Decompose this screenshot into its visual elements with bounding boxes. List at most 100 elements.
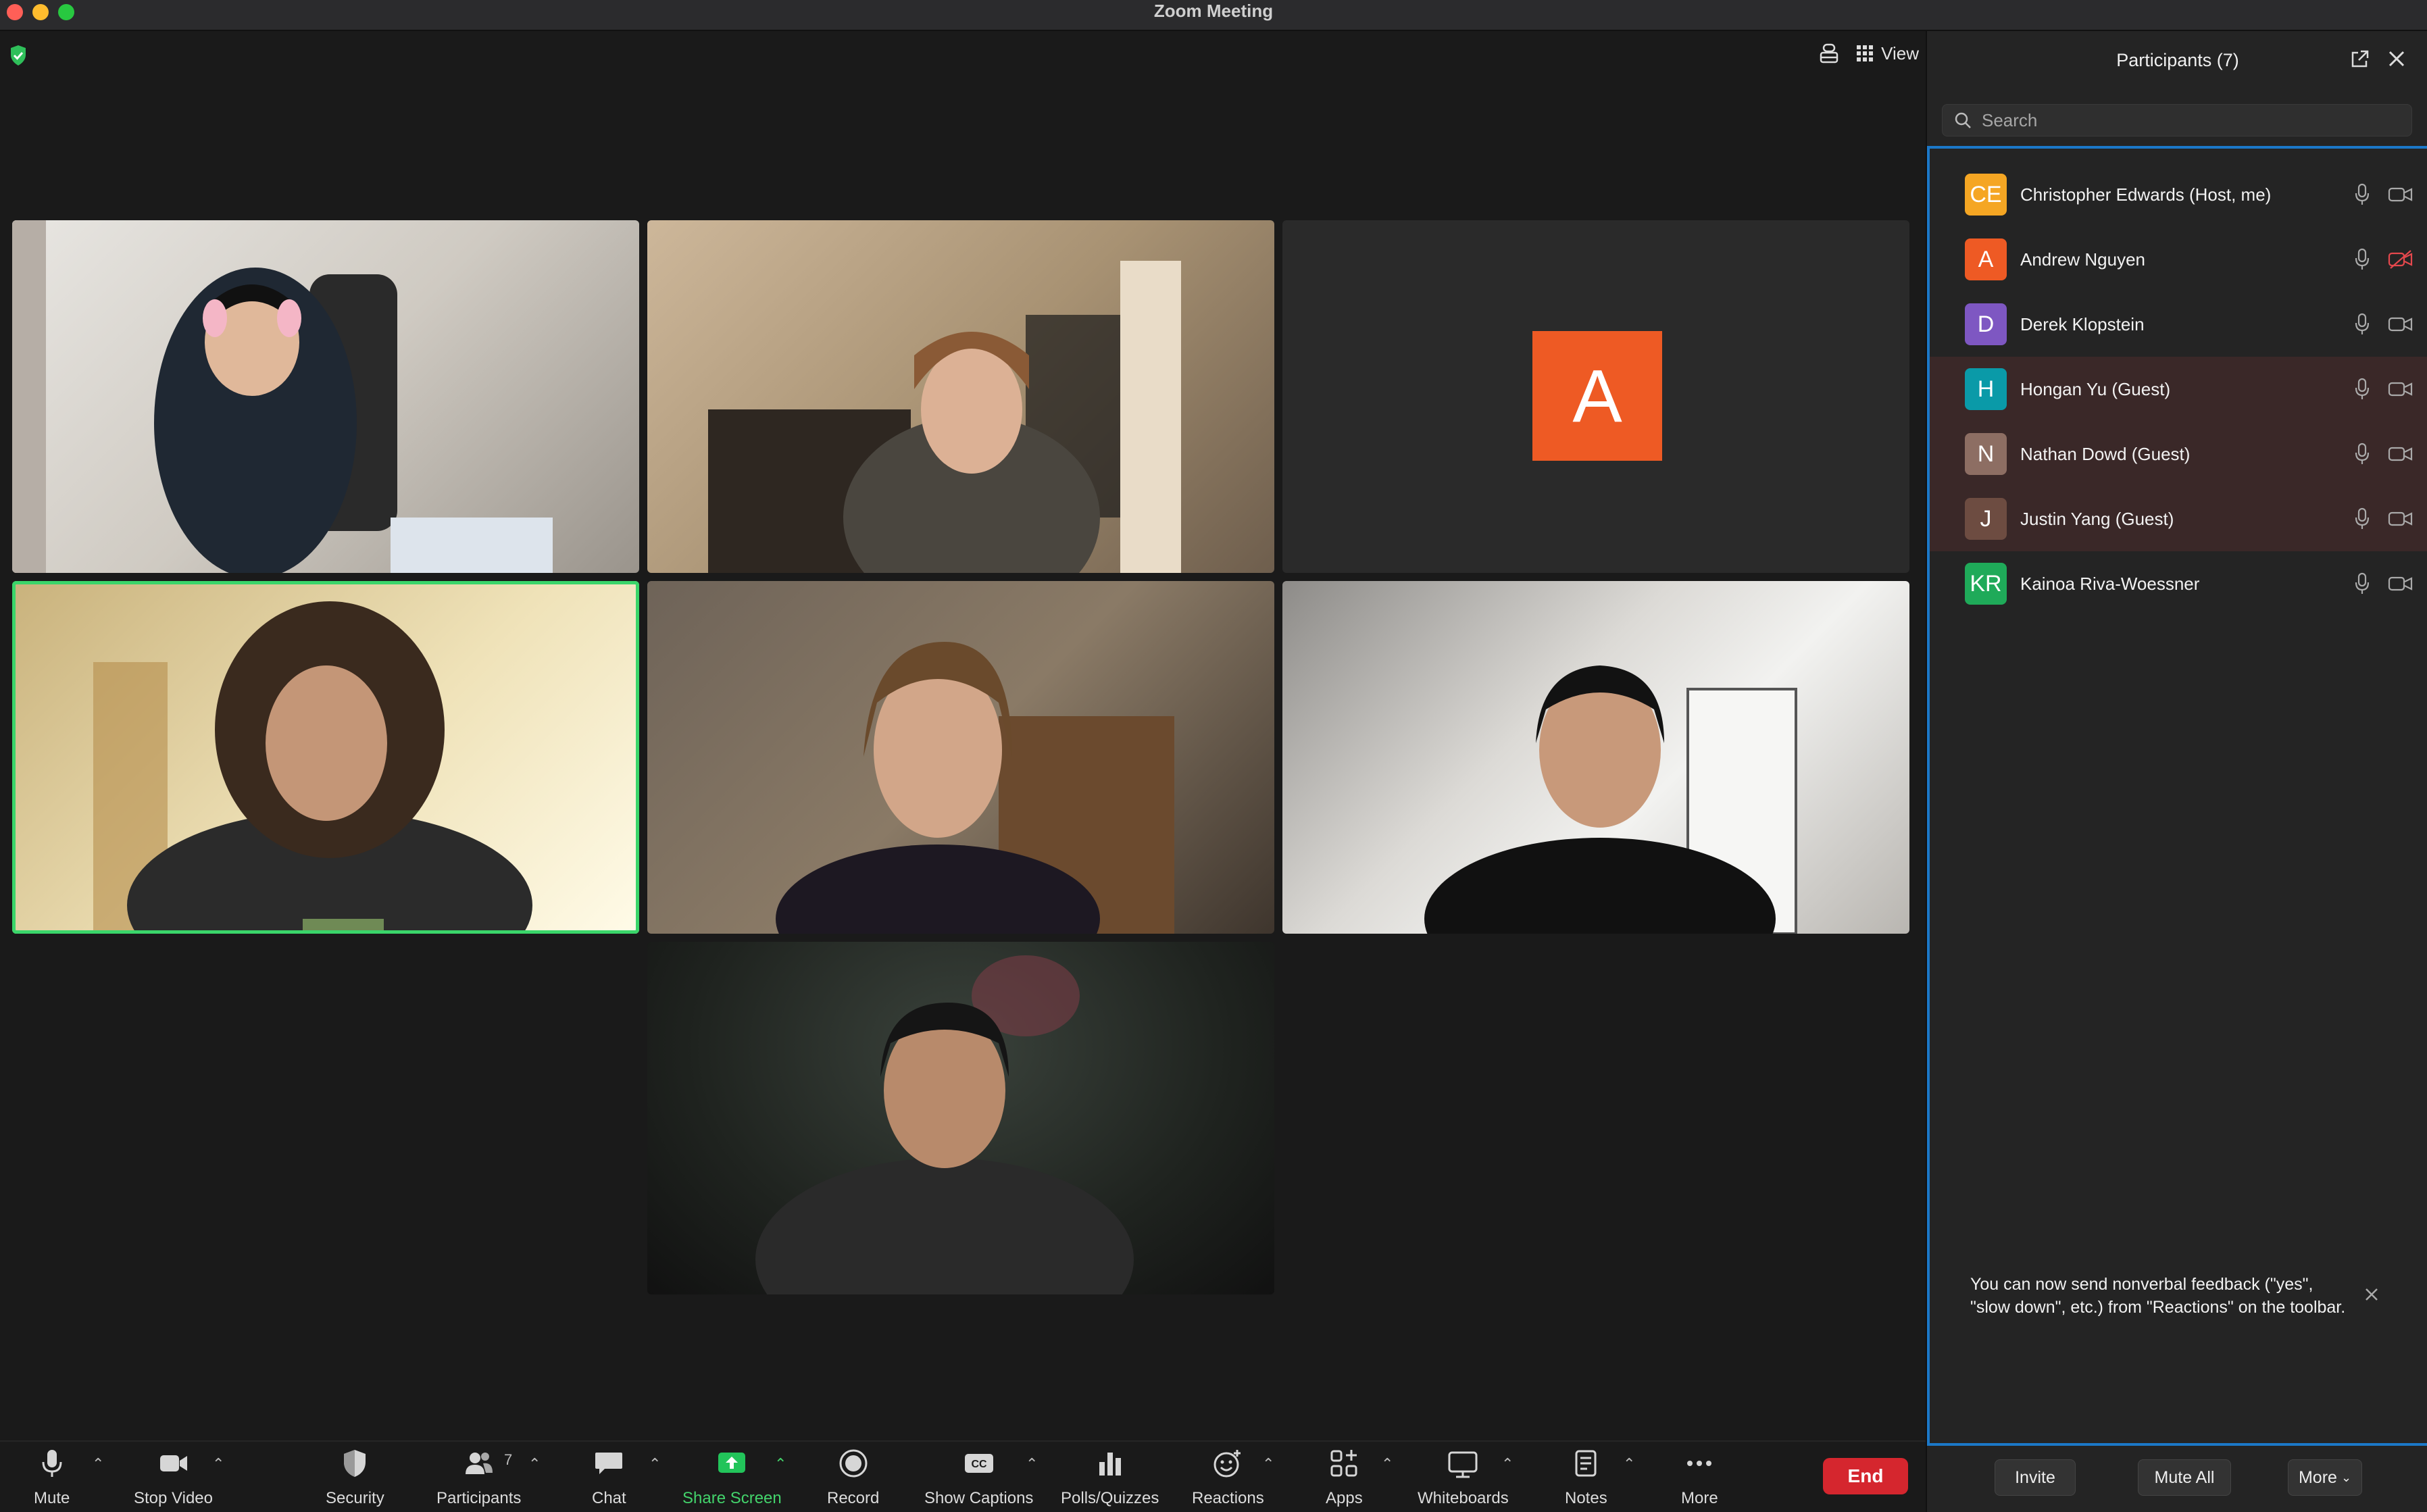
panel-more-button[interactable]: More ⌄ [2288, 1459, 2362, 1496]
participant-avatar: A [1532, 331, 1662, 461]
security-label: Security [326, 1489, 384, 1507]
show-captions-label: Show Captions [924, 1489, 1034, 1507]
apps-options-chevron-icon[interactable]: ⌃ [1381, 1455, 1393, 1473]
mute-all-button[interactable]: Mute All [2138, 1459, 2231, 1496]
participant-camera-icon[interactable] [2388, 379, 2413, 399]
participant-camera-icon[interactable] [2388, 184, 2413, 205]
participant-camera-icon[interactable] [2388, 314, 2413, 334]
pop-out-icon[interactable] [2349, 49, 2370, 70]
notes-options-chevron-icon[interactable]: ⌃ [1623, 1455, 1635, 1473]
participant-video [755, 955, 1134, 1294]
apps-button[interactable]: Apps [1326, 1447, 1363, 1508]
end-meeting-button[interactable]: End [1823, 1458, 1908, 1494]
participant-avatar: H [1965, 368, 2007, 410]
meeting-toolbar: Mute ⌃ Stop Video ⌃ Security Participant… [0, 1440, 1926, 1512]
dismiss-notice-icon[interactable] [2363, 1286, 2380, 1303]
participant-search [1942, 104, 2412, 136]
video-tile[interactable] [647, 581, 1274, 934]
reactions-options-chevron-icon[interactable]: ⌃ [1262, 1455, 1274, 1473]
participant-video [776, 642, 1174, 934]
invite-button[interactable]: Invite [1995, 1459, 2076, 1496]
whiteboards-options-chevron-icon[interactable]: ⌃ [1501, 1455, 1513, 1473]
title-bar: Zoom Meeting [0, 0, 2427, 31]
whiteboards-button[interactable]: Whiteboards [1418, 1447, 1509, 1508]
share-screen-arrow-icon [718, 1453, 746, 1473]
participant-name: Justin Yang (Guest) [2020, 508, 2174, 529]
participant-row[interactable]: A Andrew Nguyen [1930, 227, 2427, 292]
video-tile[interactable] [647, 942, 1274, 1294]
stop-video-label: Stop Video [134, 1489, 213, 1507]
participant-video [708, 261, 1181, 573]
participant-camera-off-icon[interactable] [2388, 249, 2413, 270]
apps-icon [1330, 1450, 1357, 1477]
participant-row[interactable]: H Hongan Yu (Guest) [1930, 357, 2427, 422]
immersive-view-icon[interactable] [1819, 42, 1839, 65]
video-tile[interactable] [647, 220, 1274, 573]
search-icon [1955, 112, 1971, 128]
share-screen-label: Share Screen [682, 1489, 782, 1507]
stop-video-button[interactable]: Stop Video [134, 1447, 213, 1508]
video-tile[interactable] [1282, 581, 1909, 934]
participant-mic-icon[interactable] [2353, 248, 2372, 271]
polls-quizzes-label: Polls/Quizzes [1061, 1489, 1159, 1507]
participants-count-badge: 7 [504, 1451, 513, 1468]
grid-icon [1857, 45, 1874, 61]
participant-mic-icon[interactable] [2353, 507, 2372, 530]
participant-name: Christopher Edwards (Host, me) [2020, 184, 2272, 205]
record-label: Record [827, 1489, 880, 1507]
more-dots-icon [1687, 1461, 1712, 1466]
chat-button[interactable]: Chat [592, 1447, 626, 1508]
participant-row[interactable]: J Justin Yang (Guest) [1930, 486, 2427, 551]
participant-video [12, 220, 553, 573]
panel-more-label: More [2298, 1467, 2337, 1487]
participant-row[interactable]: N Nathan Dowd (Guest) [1930, 422, 2427, 486]
video-tile[interactable] [12, 220, 639, 573]
participant-row[interactable]: KR Kainoa Riva-Woessner [1930, 551, 2427, 616]
participant-camera-icon[interactable] [2388, 444, 2413, 464]
svg-text:CC: CC [971, 1459, 987, 1470]
view-button[interactable]: View [1857, 43, 1919, 64]
reactions-smiley-icon [1214, 1450, 1241, 1478]
participant-mic-icon[interactable] [2353, 183, 2372, 206]
mute-button[interactable]: Mute [34, 1447, 70, 1508]
participant-avatar: CE [1965, 174, 2007, 216]
avatar-tile[interactable]: A [1282, 220, 1909, 573]
show-captions-button[interactable]: CC Show Captions [924, 1447, 1033, 1508]
participant-row[interactable]: D Derek Klopstein [1930, 292, 2427, 357]
participant-avatar: N [1965, 433, 2007, 475]
whiteboards-label: Whiteboards [1418, 1489, 1509, 1507]
security-button[interactable]: Security [326, 1447, 384, 1508]
security-shield-icon [344, 1450, 366, 1477]
participant-camera-icon[interactable] [2388, 509, 2413, 529]
video-tile-active-speaker[interactable] [12, 581, 639, 934]
record-button[interactable]: Record [827, 1447, 879, 1508]
participant-camera-icon[interactable] [2388, 574, 2413, 594]
participant-row[interactable]: CE Christopher Edwards (Host, me) [1930, 162, 2427, 227]
close-panel-icon[interactable] [2385, 47, 2408, 70]
chat-options-chevron-icon[interactable]: ⌃ [649, 1455, 661, 1473]
more-button[interactable]: More [1681, 1447, 1718, 1508]
reactions-button[interactable]: Reactions [1192, 1447, 1264, 1508]
participant-avatar: KR [1965, 563, 2007, 605]
share-options-chevron-icon[interactable]: ⌃ [774, 1455, 786, 1473]
notes-button[interactable]: Notes [1565, 1447, 1607, 1508]
encryption-shield-icon[interactable] [9, 45, 27, 66]
captions-cc-icon: CC [964, 1454, 993, 1473]
polls-quizzes-button[interactable]: Polls/Quizzes [1061, 1447, 1159, 1508]
share-screen-button[interactable]: Share Screen [682, 1447, 782, 1508]
captions-options-chevron-icon[interactable]: ⌃ [1026, 1455, 1038, 1473]
notes-label: Notes [1565, 1489, 1607, 1507]
participant-mic-icon[interactable] [2353, 572, 2372, 595]
participant-mic-icon[interactable] [2353, 443, 2372, 465]
more-label: More [1681, 1489, 1718, 1507]
record-icon [839, 1449, 868, 1478]
video-options-chevron-icon[interactable]: ⌃ [212, 1455, 224, 1473]
view-label: View [1881, 43, 1919, 64]
participant-mic-icon[interactable] [2353, 313, 2372, 336]
apps-label: Apps [1326, 1489, 1363, 1507]
chat-label: Chat [592, 1489, 626, 1507]
search-input[interactable] [1982, 109, 2387, 131]
audio-options-chevron-icon[interactable]: ⌃ [92, 1455, 104, 1473]
participant-mic-icon[interactable] [2353, 378, 2372, 401]
participants-options-chevron-icon[interactable]: ⌃ [528, 1455, 541, 1473]
